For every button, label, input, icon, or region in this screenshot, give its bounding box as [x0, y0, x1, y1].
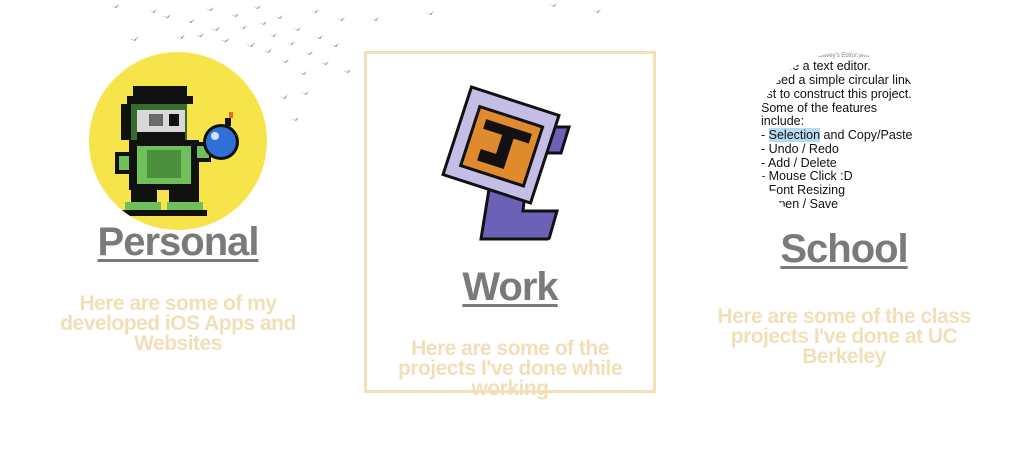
- editor-line: - Font Resizing: [761, 183, 846, 197]
- jc-logo-icon: [441, 85, 572, 241]
- selection-highlight: Selection: [768, 128, 821, 142]
- work-title-link[interactable]: Work: [367, 265, 653, 309]
- work-card[interactable]: Work Here are some of the projects I've …: [364, 51, 656, 399]
- editor-line: - Mouse Click :D: [761, 169, 853, 183]
- school-thumbnail[interactable]: Davey's Editor.java I made a text editor…: [755, 52, 933, 230]
- school-card[interactable]: Davey's Editor.java I made a text editor…: [692, 40, 996, 367]
- editor-line: include:: [761, 114, 805, 128]
- pixel-character-icon: [115, 86, 239, 216]
- school-description: Here are some of the class projects I've…: [717, 305, 971, 368]
- editor-line: list to construct this project.: [761, 87, 912, 101]
- editor-line: I made a text editor.: [761, 59, 871, 73]
- text-editor-screenshot: Davey's Editor.java I made a text editor…: [755, 52, 933, 230]
- work-description: Here are some of the projects I've done …: [397, 337, 623, 400]
- editor-line-selection: - Selection and Copy/Paste: [761, 128, 913, 142]
- work-thumbnail[interactable]: [421, 71, 599, 249]
- personal-thumbnail[interactable]: [89, 52, 267, 230]
- editor-line: - Open / Save: [761, 197, 839, 211]
- editor-line: - Undo / Redo: [761, 142, 839, 156]
- personal-card[interactable]: Personal Here are some of my developed i…: [40, 40, 316, 354]
- personal-description: Here are some of my developed iOS Apps a…: [60, 292, 296, 355]
- school-title-link[interactable]: School: [692, 227, 996, 271]
- editor-line: I used a simple circular linked: [761, 73, 925, 87]
